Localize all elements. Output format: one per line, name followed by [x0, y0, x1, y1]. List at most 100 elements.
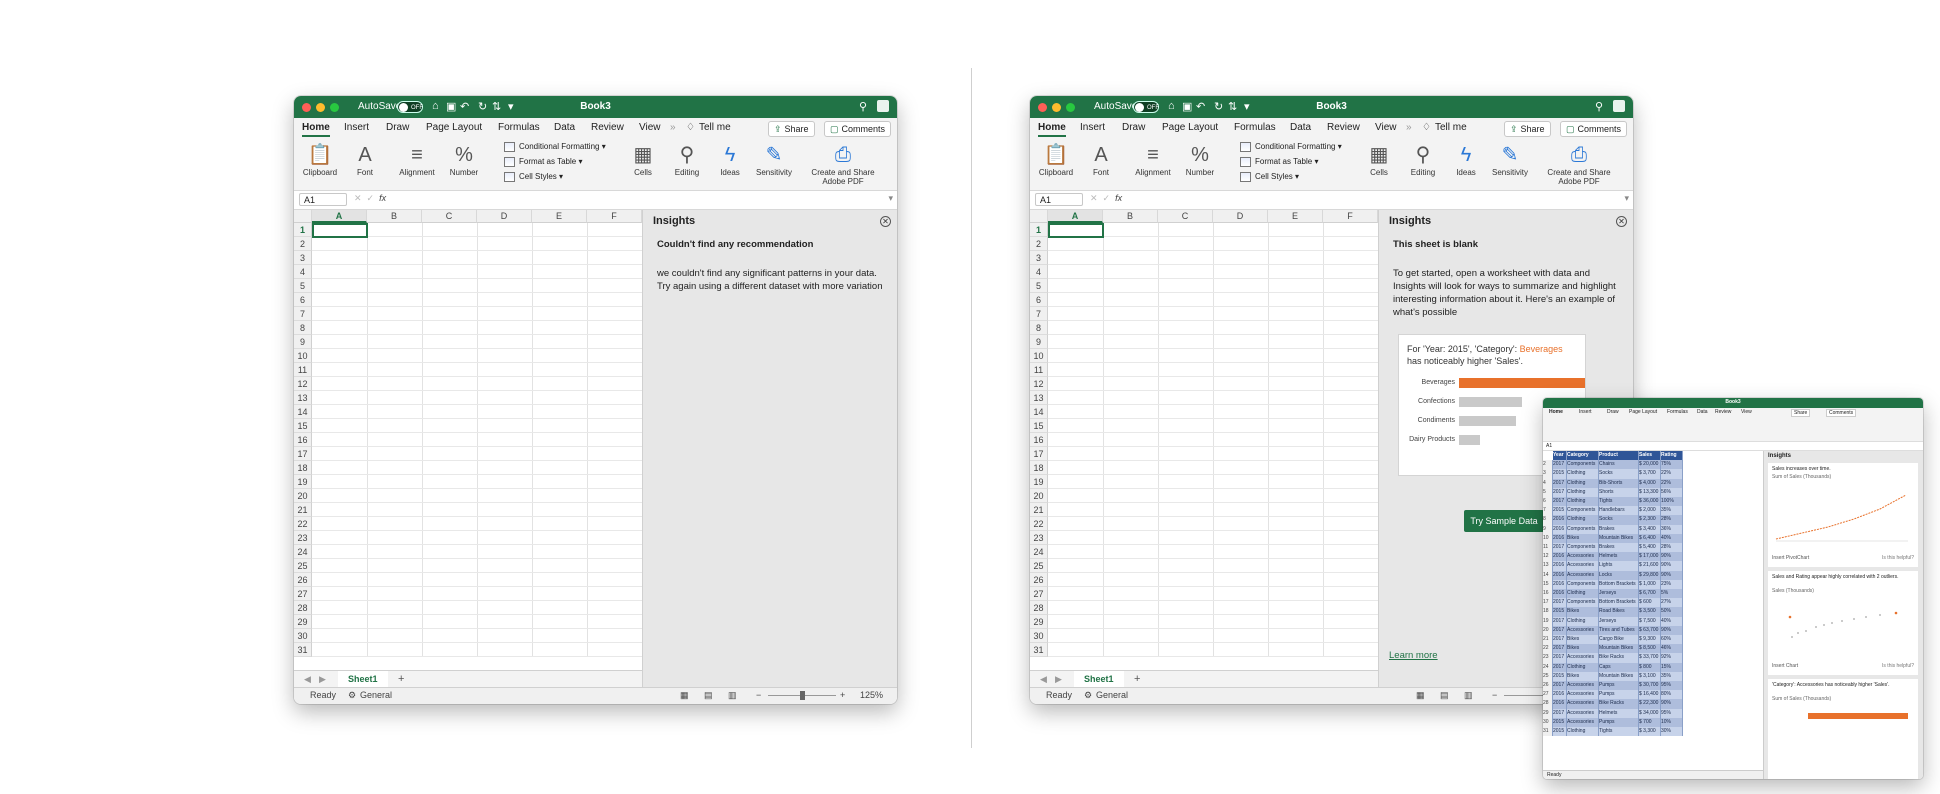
tab-data[interactable]: Data: [1290, 122, 1311, 133]
sensitivity-group[interactable]: ✎ Sensitivity: [1490, 142, 1530, 177]
row-header[interactable]: 21: [294, 503, 312, 517]
page-break-view-icon[interactable]: ▥: [728, 690, 737, 701]
worksheet-grid[interactable]: A B C D E F 1 2 3 4 5 6 7 8 9 10 11 12 13 14 15 16 17 18 19 20 21 2…: [1030, 210, 1379, 662]
cells-group[interactable]: ▦ Cells: [630, 142, 656, 177]
row-header[interactable]: 18: [1030, 461, 1048, 475]
accessibility-icon[interactable]: ⚙: [348, 690, 356, 701]
row-header[interactable]: 5: [294, 279, 312, 293]
tab-formulas[interactable]: Formulas: [498, 122, 540, 133]
tab-insert[interactable]: Insert: [1080, 122, 1105, 133]
row-header[interactable]: 11: [1030, 363, 1048, 377]
format-as-table-button[interactable]: Format as Table ▾: [1240, 157, 1318, 167]
row-header[interactable]: 12: [1030, 377, 1048, 391]
row-header[interactable]: 15: [1030, 419, 1048, 433]
row-header[interactable]: 15: [294, 419, 312, 433]
row-header[interactable]: 4: [294, 265, 312, 279]
row-header[interactable]: 25: [1030, 559, 1048, 573]
row-header[interactable]: 22: [294, 517, 312, 531]
tell-me[interactable]: Tell me: [699, 122, 731, 133]
tab-page-layout[interactable]: Page Layout: [426, 122, 482, 133]
ideas-group[interactable]: ϟ Ideas: [718, 142, 742, 177]
tab-insert[interactable]: Insert: [344, 122, 369, 133]
row-header[interactable]: 7: [1030, 307, 1048, 321]
tab-view[interactable]: View: [1375, 122, 1397, 133]
prev-sheet-icon[interactable]: ◀: [1040, 674, 1047, 685]
more-tabs-icon[interactable]: »: [670, 122, 676, 133]
zoom-out-icon[interactable]: −: [1492, 690, 1497, 700]
row-header[interactable]: 18: [294, 461, 312, 475]
sensitivity-group[interactable]: ✎ Sensitivity: [754, 142, 794, 177]
row-header[interactable]: 24: [294, 545, 312, 559]
next-sheet-icon[interactable]: ▶: [1055, 674, 1062, 685]
row-header[interactable]: 12: [294, 377, 312, 391]
tab-draw[interactable]: Draw: [1122, 122, 1145, 133]
comments-button[interactable]: ▢ Comments: [824, 121, 892, 137]
tab-home[interactable]: Home: [302, 122, 330, 137]
row-header[interactable]: 1: [1030, 223, 1048, 237]
active-cell-a1[interactable]: [312, 223, 368, 238]
row-header[interactable]: 19: [1030, 475, 1048, 489]
tab-data[interactable]: Data: [554, 122, 575, 133]
column-header-d[interactable]: D: [1213, 210, 1268, 223]
user-icon[interactable]: [1613, 100, 1625, 112]
cell-styles-button[interactable]: Cell Styles ▾: [1240, 172, 1299, 182]
row-header[interactable]: 16: [294, 433, 312, 447]
row-header[interactable]: 31: [294, 643, 312, 657]
row-header[interactable]: 8: [294, 321, 312, 335]
column-header-c[interactable]: C: [422, 210, 477, 223]
row-header[interactable]: 6: [1030, 293, 1048, 307]
zoom-out-icon[interactable]: −: [756, 690, 761, 700]
row-header[interactable]: 2: [1030, 237, 1048, 251]
column-header-b[interactable]: B: [367, 210, 422, 223]
row-header[interactable]: 3: [294, 251, 312, 265]
row-header[interactable]: 1: [294, 223, 312, 237]
accessibility-icon[interactable]: ⚙: [1084, 690, 1092, 701]
column-header-a[interactable]: A: [312, 210, 367, 223]
row-header[interactable]: 27: [294, 587, 312, 601]
row-header[interactable]: 5: [1030, 279, 1048, 293]
prev-sheet-icon[interactable]: ◀: [304, 674, 311, 685]
next-sheet-icon[interactable]: ▶: [319, 674, 326, 685]
column-header-d[interactable]: D: [477, 210, 532, 223]
name-box[interactable]: A1: [299, 193, 347, 206]
close-panel-icon[interactable]: ✕: [1616, 216, 1627, 227]
more-tabs-icon[interactable]: »: [1406, 122, 1412, 133]
row-header[interactable]: 14: [1030, 405, 1048, 419]
format-as-table-button[interactable]: Format as Table ▾: [504, 157, 582, 167]
share-button[interactable]: ⇪ Share: [768, 121, 815, 137]
try-sample-data-button[interactable]: Try Sample Data: [1464, 510, 1544, 532]
row-header[interactable]: 31: [1030, 643, 1048, 657]
row-header[interactable]: 7: [294, 307, 312, 321]
row-header[interactable]: 24: [1030, 545, 1048, 559]
column-header-f[interactable]: F: [1323, 210, 1378, 223]
zoom-level[interactable]: 125%: [860, 690, 883, 700]
tab-view[interactable]: View: [639, 122, 661, 133]
user-icon[interactable]: [877, 100, 889, 112]
tab-formulas[interactable]: Formulas: [1234, 122, 1276, 133]
row-header[interactable]: 4: [1030, 265, 1048, 279]
name-box[interactable]: A1: [1035, 193, 1083, 206]
row-header[interactable]: 28: [294, 601, 312, 615]
number-group[interactable]: % Number: [448, 142, 480, 177]
page-layout-view-icon[interactable]: ▤: [1440, 690, 1449, 701]
font-group[interactable]: A Font: [1086, 142, 1116, 177]
row-header[interactable]: 10: [1030, 349, 1048, 363]
normal-view-icon[interactable]: ▦: [680, 690, 689, 701]
font-group[interactable]: A Font: [350, 142, 380, 177]
row-header[interactable]: 17: [1030, 447, 1048, 461]
row-header[interactable]: 22: [1030, 517, 1048, 531]
tell-me[interactable]: Tell me: [1435, 122, 1467, 133]
tab-review[interactable]: Review: [591, 122, 624, 133]
column-header-e[interactable]: E: [532, 210, 587, 223]
conditional-formatting-button[interactable]: Conditional Formatting ▾: [504, 142, 606, 152]
zoom-slider-thumb[interactable]: [800, 691, 805, 700]
zoom-in-icon[interactable]: +: [840, 690, 845, 700]
tab-home[interactable]: Home: [1038, 122, 1066, 137]
row-header[interactable]: 14: [294, 405, 312, 419]
comments-button[interactable]: ▢ Comments: [1560, 121, 1628, 137]
worksheet-grid[interactable]: A B C D E F 1 2 3 4 5 6 7 8 9 10 11 12 13 14 15 16 17 18 19 20 21 2…: [294, 210, 643, 662]
cell-styles-button[interactable]: Cell Styles ▾: [504, 172, 563, 182]
row-header[interactable]: 29: [294, 615, 312, 629]
ideas-group[interactable]: ϟ Ideas: [1454, 142, 1478, 177]
row-header[interactable]: 6: [294, 293, 312, 307]
